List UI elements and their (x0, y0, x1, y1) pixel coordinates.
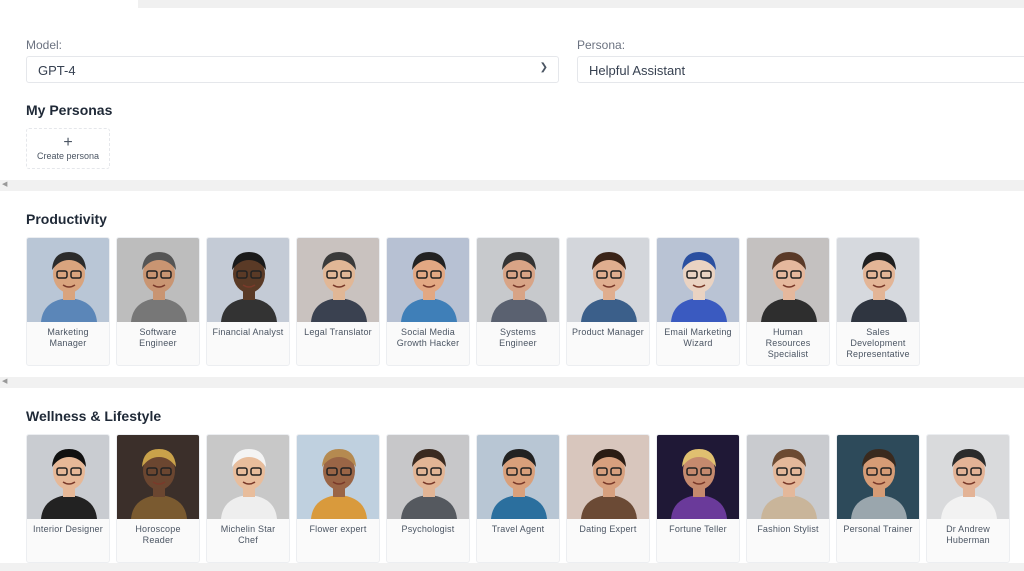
persona-card[interactable]: Financial Analyst (206, 237, 290, 366)
persona-name: Psychologist (401, 524, 455, 534)
persona-name: Social Media Growth Hacker (396, 327, 460, 348)
persona-card[interactable]: Horoscope Reader (116, 434, 200, 563)
create-persona-button[interactable]: + Create persona (26, 128, 110, 169)
persona-avatar (387, 238, 469, 322)
section-heading: Productivity (26, 211, 107, 227)
persona-avatar (297, 435, 379, 519)
persona-avatar (27, 435, 109, 519)
create-persona-label: Create persona (36, 151, 100, 161)
model-select[interactable]: GPT-4 ❯ (26, 56, 559, 83)
persona-avatar (477, 435, 559, 519)
persona-name: Sales Development Representative (846, 327, 910, 359)
persona-name: Travel Agent (491, 524, 545, 534)
persona-avatar (387, 435, 469, 519)
persona-name: Dr Andrew Huberman (946, 524, 990, 545)
persona-card[interactable]: Human Resources Specialist (746, 237, 830, 366)
persona-name: Financial Analyst (212, 327, 284, 337)
my-personas-heading: My Personas (26, 102, 113, 118)
persona-label: Persona: (577, 38, 626, 52)
persona-avatar (477, 238, 559, 322)
persona-card[interactable]: Sales Development Representative (836, 237, 920, 366)
persona-avatar (837, 238, 919, 322)
plus-icon: + (63, 134, 73, 151)
persona-card[interactable]: Product Manager (566, 237, 650, 366)
persona-name: Interior Designer (33, 524, 103, 534)
persona-row-productivity: Marketing Manager Software Engineer Fina… (26, 237, 920, 366)
persona-avatar (657, 435, 739, 519)
persona-name: Systems Engineer (499, 327, 537, 348)
section-heading: Wellness & Lifestyle (26, 408, 162, 424)
persona-card[interactable]: Email Marketing Wizard (656, 237, 740, 366)
persona-card[interactable]: Social Media Growth Hacker (386, 237, 470, 366)
persona-card[interactable]: Systems Engineer (476, 237, 560, 366)
persona-avatar (927, 435, 1009, 519)
persona-select[interactable]: Helpful Assistant (577, 56, 1024, 83)
persona-avatar (117, 435, 199, 519)
persona-avatar (837, 435, 919, 519)
persona-card[interactable]: Michelin Star Chef (206, 434, 290, 563)
persona-avatar (747, 435, 829, 519)
persona-card[interactable]: Dr Andrew Huberman (926, 434, 1010, 563)
persona-card[interactable]: Software Engineer (116, 237, 200, 366)
persona-name: Michelin Star Chef (220, 524, 276, 545)
persona-name: Human Resources Specialist (765, 327, 811, 359)
top-tab-bar (0, 0, 1024, 8)
persona-card[interactable]: Travel Agent (476, 434, 560, 563)
persona-card[interactable]: Marketing Manager (26, 237, 110, 366)
persona-card[interactable]: Fashion Stylist (746, 434, 830, 563)
persona-card[interactable]: Interior Designer (26, 434, 110, 563)
persona-avatar (657, 238, 739, 322)
model-label: Model: (26, 38, 63, 52)
active-tab[interactable] (0, 0, 138, 8)
persona-card[interactable]: Legal Translator (296, 237, 380, 366)
persona-name: Dating Expert (579, 524, 637, 534)
persona-avatar (117, 238, 199, 322)
horizontal-scrollbar[interactable]: ◀ (0, 180, 1024, 191)
persona-card[interactable]: Personal Trainer (836, 434, 920, 563)
persona-name: Flower expert (309, 524, 367, 534)
persona-card[interactable]: Flower expert (296, 434, 380, 563)
persona-name: Legal Translator (304, 327, 372, 337)
persona-avatar (567, 238, 649, 322)
persona-name: Software Engineer (139, 327, 177, 348)
persona-avatar (207, 435, 289, 519)
persona-name: Fashion Stylist (757, 524, 819, 534)
persona-name: Horoscope Reader (135, 524, 181, 545)
persona-name: Email Marketing Wizard (664, 327, 732, 348)
persona-name: Marketing Manager (47, 327, 89, 348)
persona-card[interactable]: Fortune Teller (656, 434, 740, 563)
persona-avatar (27, 238, 109, 322)
chevron-down-icon: ❯ (539, 62, 548, 73)
horizontal-scrollbar[interactable] (0, 563, 1024, 571)
persona-avatar (207, 238, 289, 322)
persona-avatar (567, 435, 649, 519)
persona-name: Product Manager (571, 327, 645, 337)
persona-value: Helpful Assistant (589, 63, 686, 78)
persona-card[interactable]: Psychologist (386, 434, 470, 563)
persona-name: Personal Trainer (843, 524, 913, 534)
persona-avatar (297, 238, 379, 322)
model-value: GPT-4 (38, 63, 76, 78)
persona-avatar (747, 238, 829, 322)
persona-card[interactable]: Dating Expert (566, 434, 650, 563)
persona-name: Fortune Teller (669, 524, 727, 534)
persona-row-wellness: Interior Designer Horoscope Reader Miche… (26, 434, 1010, 563)
horizontal-scrollbar[interactable]: ◀ (0, 377, 1024, 388)
